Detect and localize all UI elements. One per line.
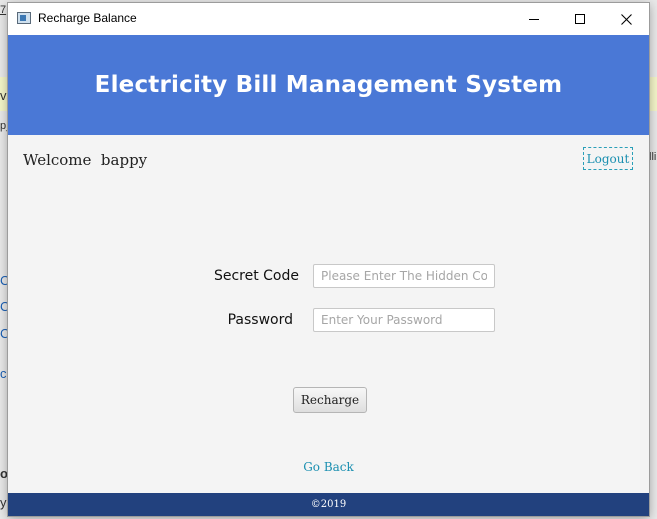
maximize-icon [574, 13, 585, 24]
title-bar[interactable]: Recharge Balance [8, 3, 649, 35]
welcome-message: Welcome bappy [23, 151, 148, 169]
logout-link[interactable]: Logout [583, 147, 633, 170]
close-button[interactable] [603, 3, 649, 35]
go-back-link[interactable]: Go Back [8, 460, 649, 474]
maximize-button[interactable] [557, 3, 603, 35]
background-text: y [0, 495, 7, 510]
minimize-icon [528, 18, 539, 20]
background-text: o [0, 466, 8, 481]
password-input[interactable] [313, 308, 495, 332]
minimize-button[interactable] [511, 3, 557, 35]
footer-copyright: ©2019 [310, 499, 347, 510]
password-label: Password [227, 312, 293, 328]
window-title: Recharge Balance [38, 11, 137, 25]
close-icon [620, 13, 632, 25]
app-header: Electricity Bill Management System [8, 35, 649, 135]
background-text: 7 [0, 4, 7, 16]
page-title: Electricity Bill Management System [94, 72, 563, 98]
secret-code-input[interactable] [313, 264, 495, 288]
footer: ©2019 [8, 493, 649, 516]
app-icon [17, 12, 31, 24]
background-text: lli [649, 151, 657, 163]
secret-code-label: Secret Code [213, 268, 299, 284]
background-app-highlight-right [649, 77, 657, 111]
recharge-window: Recharge Balance Electricity Bill Manage… [8, 3, 649, 516]
recharge-button[interactable]: Recharge [293, 387, 367, 413]
